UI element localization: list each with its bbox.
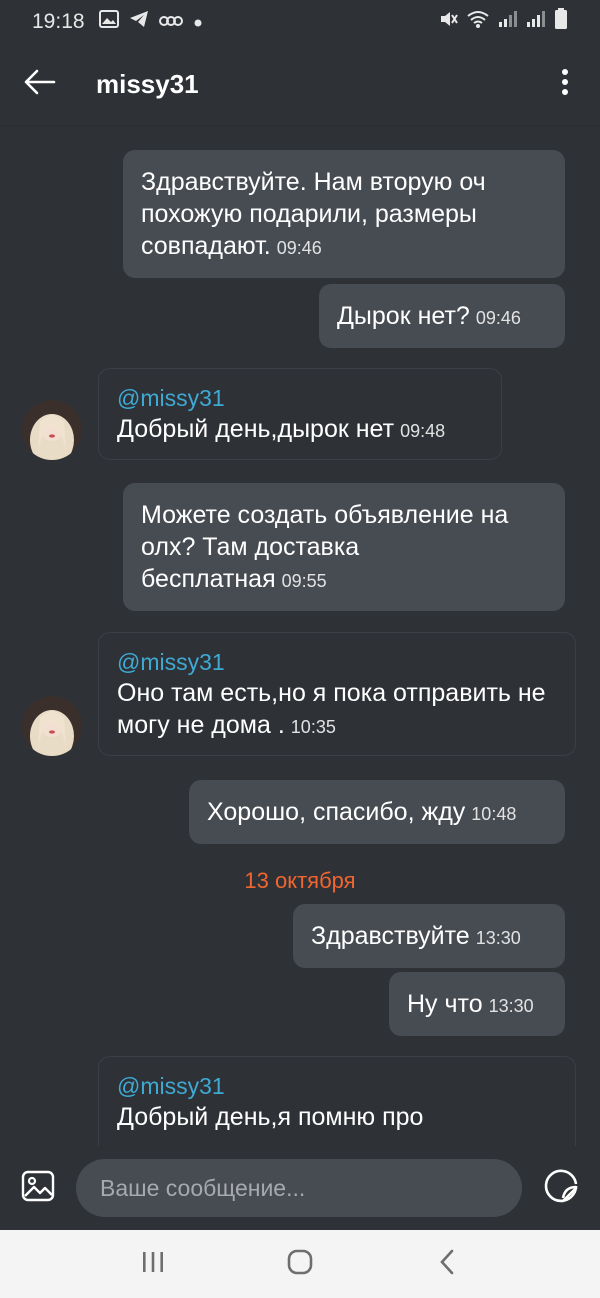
message-text: Здравствуйте bbox=[311, 922, 470, 950]
message-author[interactable]: @missy31 bbox=[117, 647, 557, 677]
message-time: 09:48 bbox=[400, 421, 446, 441]
back-nav-button[interactable] bbox=[407, 1234, 487, 1294]
message-incoming[interactable]: @missy31 Добрый день,я помню про bbox=[98, 1056, 576, 1146]
message-text: Добрый день,я помню про bbox=[117, 1103, 424, 1131]
message-time: 09:46 bbox=[276, 238, 322, 258]
message-author[interactable]: @missy31 bbox=[117, 1071, 557, 1101]
battery-icon bbox=[554, 8, 568, 36]
page-title: missy31 bbox=[96, 69, 199, 99]
message-input-container[interactable] bbox=[76, 1159, 522, 1217]
back-button[interactable] bbox=[0, 44, 96, 126]
gallery-icon bbox=[98, 10, 119, 34]
more-vert-icon bbox=[561, 68, 569, 101]
message-time: 09:55 bbox=[281, 571, 327, 591]
sticker-icon bbox=[543, 1168, 579, 1209]
message-outgoing[interactable]: Дырок нет? 09:46 bbox=[319, 284, 565, 348]
message-text: Ну что bbox=[407, 990, 483, 1018]
message-outgoing[interactable]: Хорошо, спасибо, жду 10:48 bbox=[189, 780, 565, 844]
signal-icon bbox=[498, 10, 518, 34]
status-icons-left bbox=[98, 10, 203, 34]
message-incoming[interactable]: @missy31 Добрый день,дырок нет 09:48 bbox=[98, 368, 502, 460]
message-outgoing[interactable]: Здравствуйте. Нам вторую оч похожую пода… bbox=[123, 150, 565, 278]
message-composer bbox=[0, 1146, 600, 1230]
status-bar: 19:18 bbox=[0, 0, 600, 44]
image-icon bbox=[21, 1170, 55, 1207]
sticker-button[interactable] bbox=[522, 1146, 600, 1230]
message-time: 10:48 bbox=[471, 804, 517, 824]
avatar[interactable] bbox=[22, 400, 82, 460]
message-time: 09:46 bbox=[475, 308, 521, 328]
message-time: 13:30 bbox=[475, 928, 521, 948]
message-author[interactable]: @missy31 bbox=[117, 383, 483, 413]
home-icon bbox=[287, 1249, 313, 1280]
message-text: Добрый день,дырок нет bbox=[117, 415, 395, 443]
message-outgoing[interactable]: Здравствуйте 13:30 bbox=[293, 904, 565, 968]
date-separator: 13 октября bbox=[244, 868, 356, 893]
status-time: 19:18 bbox=[32, 10, 85, 33]
message-input[interactable] bbox=[100, 1174, 522, 1202]
message-time: 13:30 bbox=[488, 996, 534, 1016]
vpn-icon bbox=[158, 10, 183, 34]
message-outgoing[interactable]: Можете создать объявление на олх? Там до… bbox=[123, 483, 565, 611]
back-icon bbox=[439, 1249, 455, 1280]
mute-icon bbox=[438, 9, 458, 35]
recent-apps-button[interactable] bbox=[113, 1234, 193, 1294]
system-nav-bar bbox=[0, 1230, 600, 1298]
signal-icon bbox=[526, 10, 546, 34]
arrow-left-icon bbox=[24, 69, 56, 100]
telegram-icon bbox=[129, 10, 149, 34]
message-text: Хорошо, спасибо, жду bbox=[207, 798, 466, 826]
chat-message-list[interactable]: Здравствуйте. Нам вторую оч похожую пода… bbox=[0, 126, 600, 1146]
dot-icon bbox=[193, 10, 203, 34]
message-outgoing[interactable]: Ну что 13:30 bbox=[389, 972, 565, 1036]
wifi-icon bbox=[466, 9, 490, 35]
recent-apps-icon bbox=[141, 1251, 165, 1278]
attach-image-button[interactable] bbox=[0, 1146, 76, 1230]
more-options-button[interactable] bbox=[530, 44, 600, 126]
message-time: 10:35 bbox=[290, 717, 336, 737]
avatar[interactable] bbox=[22, 696, 82, 756]
app-bar: missy31 bbox=[0, 44, 600, 126]
home-button[interactable] bbox=[260, 1234, 340, 1294]
status-icons-right bbox=[438, 8, 568, 36]
message-incoming[interactable]: @missy31 Оно там есть,но я пока отправит… bbox=[98, 632, 576, 756]
message-text: Дырок нет? bbox=[337, 302, 470, 330]
